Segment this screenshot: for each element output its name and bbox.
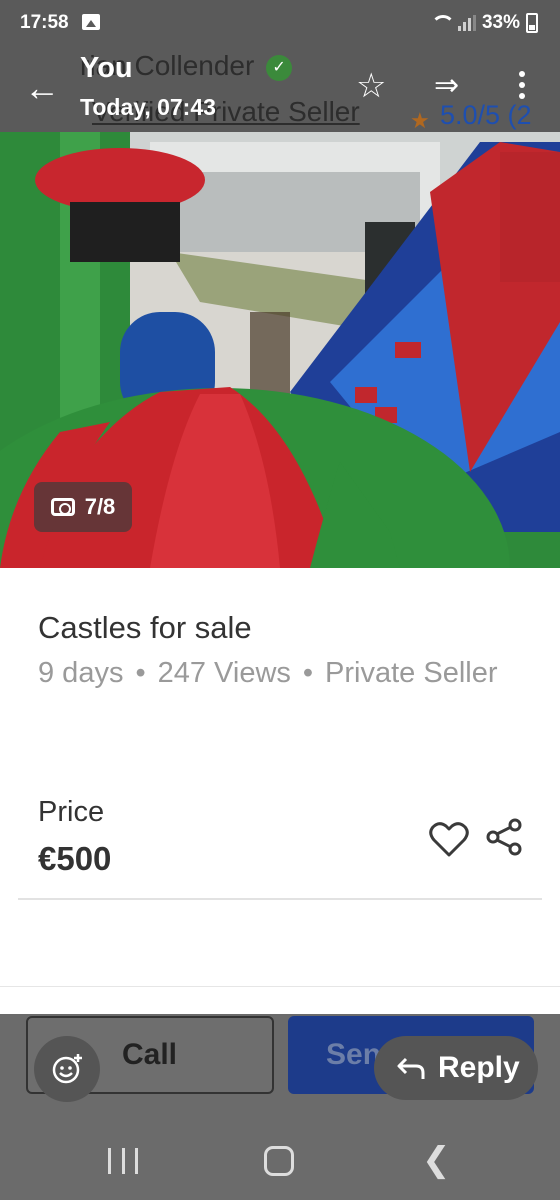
- system-nav-bar: ❮: [0, 1130, 560, 1200]
- verified-check-icon: ✓: [266, 54, 293, 81]
- listing-views: 247 Views: [157, 657, 291, 689]
- signal-icon: [457, 15, 476, 31]
- price-value: €500: [38, 840, 112, 877]
- home-icon[interactable]: [264, 1146, 294, 1176]
- battery-percent: 33%: [481, 12, 520, 33]
- action-bar: Call Send Me... Reply: [0, 1014, 560, 1130]
- back-arrow-icon[interactable]: ←: [22, 68, 62, 108]
- status-bar: 17:58 33%: [0, 0, 560, 46]
- forward-icon[interactable]: ⇒: [434, 66, 459, 106]
- price-label: Price: [38, 796, 105, 828]
- listing-photo[interactable]: 7/8: [0, 132, 560, 568]
- listing-title: Castles for sale: [38, 610, 252, 645]
- listing-header: ← rian Collender ✓ Verified Private Sell…: [0, 46, 560, 133]
- message-timestamp: Today, 07:43: [80, 94, 216, 120]
- photo-counter[interactable]: 7/8: [34, 482, 132, 532]
- listing-meta: 9 days • 247 Views • Private Seller: [38, 654, 508, 692]
- photo-counter-text: 7/8: [84, 494, 116, 519]
- listing-seller-type: Private Seller: [325, 657, 498, 689]
- status-time: 17:58: [20, 12, 69, 33]
- more-options-icon[interactable]: [512, 68, 532, 104]
- battery-icon: [526, 13, 538, 33]
- divider: [18, 898, 542, 900]
- reply-arrow-icon: [397, 1057, 425, 1079]
- nav-back-icon[interactable]: ❮: [422, 1140, 451, 1180]
- emoji-reaction-button[interactable]: [34, 1036, 100, 1102]
- listing-age: 9 days: [38, 657, 124, 689]
- meta-separator: •: [135, 657, 146, 689]
- camera-icon: [50, 498, 75, 516]
- reply-label: Reply: [438, 1051, 520, 1084]
- status-icons: 33%: [430, 12, 538, 34]
- divider: [0, 986, 560, 987]
- star-icon[interactable]: ☆: [356, 66, 386, 106]
- wifi-icon: [430, 15, 455, 31]
- gallery-notification-icon: [82, 14, 100, 30]
- message-sender: You: [80, 52, 133, 84]
- recent-apps-icon[interactable]: [108, 1148, 138, 1176]
- rating-star-icon: ★: [410, 108, 430, 133]
- emoji-add-icon: [52, 1054, 82, 1084]
- meta-separator: •: [302, 657, 314, 689]
- share-icon[interactable]: [486, 818, 522, 856]
- heart-icon[interactable]: [428, 818, 470, 860]
- reply-button[interactable]: Reply: [374, 1036, 538, 1100]
